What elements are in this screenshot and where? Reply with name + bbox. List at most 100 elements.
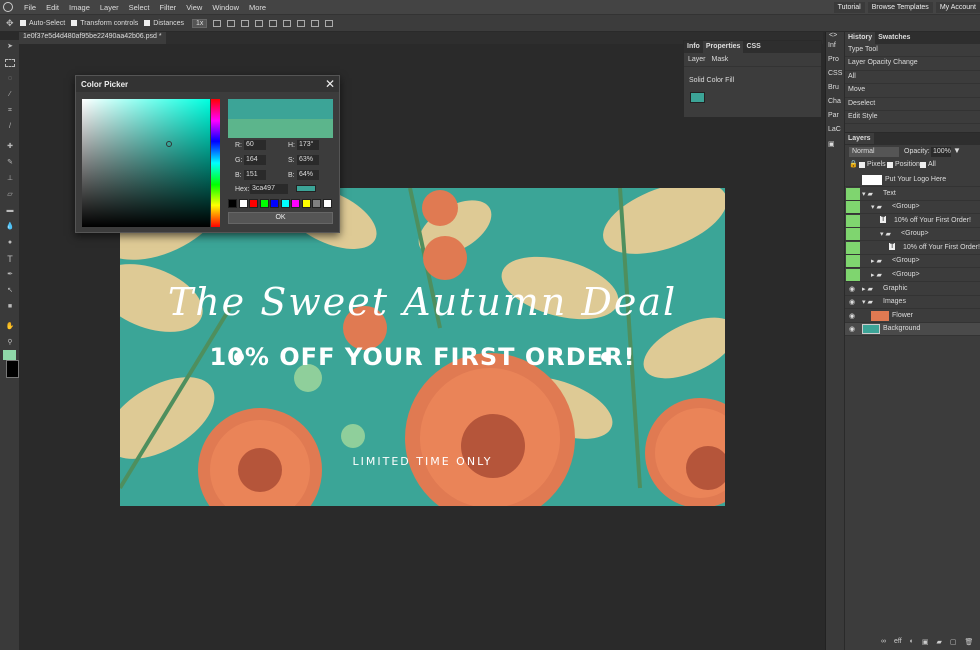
history-item[interactable]: Deselect xyxy=(845,98,980,111)
visibility-toggle[interactable] xyxy=(846,242,860,254)
shape-tool-icon[interactable]: ■ xyxy=(5,303,15,311)
new-layer-icon[interactable]: ▢ xyxy=(950,638,957,646)
history-item[interactable]: Edit Style xyxy=(845,111,980,125)
preset-swatch[interactable] xyxy=(228,199,237,208)
align-bottom-icon[interactable] xyxy=(283,19,292,27)
quick-select-tool-icon[interactable]: ⁄ xyxy=(5,91,15,99)
layer-row[interactable]: ▾ ▰ Text xyxy=(845,188,980,201)
clone-tool-icon[interactable]: ⊥ xyxy=(5,175,15,183)
eyedropper-tool-icon[interactable]: / xyxy=(5,123,15,131)
layer-row[interactable]: T 10% off Your First Order! xyxy=(845,242,980,255)
type-tool-icon[interactable]: T xyxy=(5,255,15,264)
lock-all-checkbox[interactable] xyxy=(920,162,926,168)
b-input[interactable]: 151 xyxy=(244,170,266,180)
layer-row[interactable]: ◉ ▾ ▰ Images xyxy=(845,296,980,309)
visibility-toggle[interactable] xyxy=(846,255,860,267)
folder-expanded-icon[interactable]: ▾ ▰ xyxy=(862,298,873,306)
brush-tool-icon[interactable]: ✎ xyxy=(5,159,15,167)
panel-paragraph[interactable]: Par xyxy=(826,109,844,123)
subtab-mask[interactable]: Mask xyxy=(712,56,729,63)
subtab-layer[interactable]: Layer xyxy=(688,56,706,63)
panel-character[interactable]: Cha xyxy=(826,95,844,109)
layer-row[interactable]: T 10% off Your First Order! xyxy=(845,215,980,228)
align-top-icon[interactable] xyxy=(255,19,264,27)
preset-swatch[interactable] xyxy=(270,199,279,208)
layer-row[interactable]: ◉ Flower xyxy=(845,310,980,323)
align-middle-icon[interactable] xyxy=(269,19,278,27)
layer-row-selected[interactable]: ◉ Background xyxy=(845,323,980,336)
folder-expanded-icon[interactable]: ▾ ▰ xyxy=(862,190,873,198)
dodge-tool-icon[interactable]: ● xyxy=(5,239,15,247)
layer-row[interactable]: ▸ ▰ <Group> xyxy=(845,269,980,282)
distances-checkbox[interactable]: Distances xyxy=(144,20,184,27)
app-logo-icon[interactable] xyxy=(3,2,13,12)
ok-button[interactable]: OK xyxy=(228,212,333,224)
crop-tool-icon[interactable]: ⌗ xyxy=(5,107,15,115)
transform-controls-checkbox[interactable]: Transform controls xyxy=(71,20,138,27)
previous-color-preview[interactable] xyxy=(228,119,333,138)
s-input[interactable]: 63% xyxy=(297,155,319,165)
preset-swatch[interactable] xyxy=(238,199,248,208)
saturation-value-field[interactable] xyxy=(82,99,210,227)
tutorial-button[interactable]: Tutorial xyxy=(833,1,865,13)
panel-info[interactable]: Inf xyxy=(826,39,844,53)
preset-swatch[interactable] xyxy=(259,199,269,208)
panel-properties[interactable]: Pro xyxy=(826,53,844,67)
tab-css[interactable]: CSS xyxy=(743,41,763,53)
h-input[interactable]: 173° xyxy=(297,140,319,150)
brightness-input[interactable]: 64% xyxy=(297,170,319,180)
history-item[interactable]: Layer Opacity Change xyxy=(845,57,980,71)
healing-tool-icon[interactable]: ✚ xyxy=(5,143,15,151)
eye-icon[interactable]: ◉ xyxy=(849,285,855,293)
folder-collapsed-icon[interactable]: ▸ ▰ xyxy=(871,257,882,265)
tab-swatches[interactable]: Swatches xyxy=(875,32,913,44)
visibility-toggle[interactable] xyxy=(846,228,860,240)
eraser-tool-icon[interactable]: ▱ xyxy=(5,191,15,199)
hue-slider[interactable] xyxy=(211,99,220,227)
menu-view[interactable]: View xyxy=(186,3,202,12)
blur-tool-icon[interactable]: 💧 xyxy=(5,223,15,231)
foreground-color-swatch[interactable] xyxy=(3,350,16,360)
distribute-v-icon[interactable] xyxy=(311,19,320,27)
layer-row[interactable]: ▾ ▰ <Group> xyxy=(845,228,980,241)
menu-more[interactable]: More xyxy=(249,3,266,12)
browse-templates-button[interactable]: Browse Templates xyxy=(867,1,933,13)
visibility-toggle[interactable] xyxy=(846,201,860,213)
preset-swatch[interactable] xyxy=(322,199,332,208)
preset-swatch[interactable] xyxy=(249,199,258,208)
zoom-tool-icon[interactable]: ⚲ xyxy=(5,339,15,347)
lock-pixels-checkbox[interactable] xyxy=(859,162,865,168)
auto-select-checkbox[interactable]: Auto-Select xyxy=(20,20,65,27)
path-select-tool-icon[interactable]: ↖ xyxy=(5,287,15,295)
panel-css[interactable]: CSS xyxy=(826,67,844,81)
preset-swatch[interactable] xyxy=(291,199,300,208)
hex-input[interactable]: 3ca497 xyxy=(250,184,288,194)
menu-window[interactable]: Window xyxy=(212,3,239,12)
layer-row[interactable]: ◉ ▸ ▰ Graphic xyxy=(845,283,980,296)
lasso-tool-icon[interactable]: ◌ xyxy=(5,75,15,83)
align-left-icon[interactable] xyxy=(213,19,222,27)
tab-info[interactable]: Info xyxy=(684,41,703,53)
canvas-artwork[interactable]: The Sweet Autumn Deal 10% OFF YOUR FIRST… xyxy=(120,188,725,506)
eye-icon[interactable]: ◉ xyxy=(849,298,855,306)
panel-brush[interactable]: Bru xyxy=(826,81,844,95)
marquee-tool-icon[interactable] xyxy=(5,59,15,67)
history-item[interactable]: Type Tool xyxy=(845,44,980,58)
opacity-dropdown-icon[interactable]: ▼ xyxy=(953,146,961,155)
fill-color-swatch[interactable] xyxy=(690,92,705,103)
distribute-h-icon[interactable] xyxy=(297,19,306,27)
menu-layer[interactable]: Layer xyxy=(100,3,119,12)
layer-row[interactable]: Put Your Logo Here xyxy=(845,174,980,187)
document-tab[interactable]: 1e0f37e5d4d480af95be22490aa42b06.psd * xyxy=(19,32,166,44)
hand-tool-icon[interactable]: ✋ xyxy=(5,323,15,331)
menu-select[interactable]: Select xyxy=(129,3,150,12)
align-right-icon[interactable] xyxy=(241,19,250,27)
adjustment-icon[interactable]: ◐ xyxy=(910,638,914,646)
preset-swatch[interactable] xyxy=(312,199,321,208)
preset-swatch[interactable] xyxy=(280,199,290,208)
folder-collapsed-icon[interactable]: ▸ ▰ xyxy=(871,271,882,279)
effects-icon[interactable]: eff xyxy=(894,638,902,646)
visibility-toggle[interactable] xyxy=(846,188,860,200)
link-icon[interactable]: ∞ xyxy=(881,638,886,646)
menu-file[interactable]: File xyxy=(24,3,36,12)
